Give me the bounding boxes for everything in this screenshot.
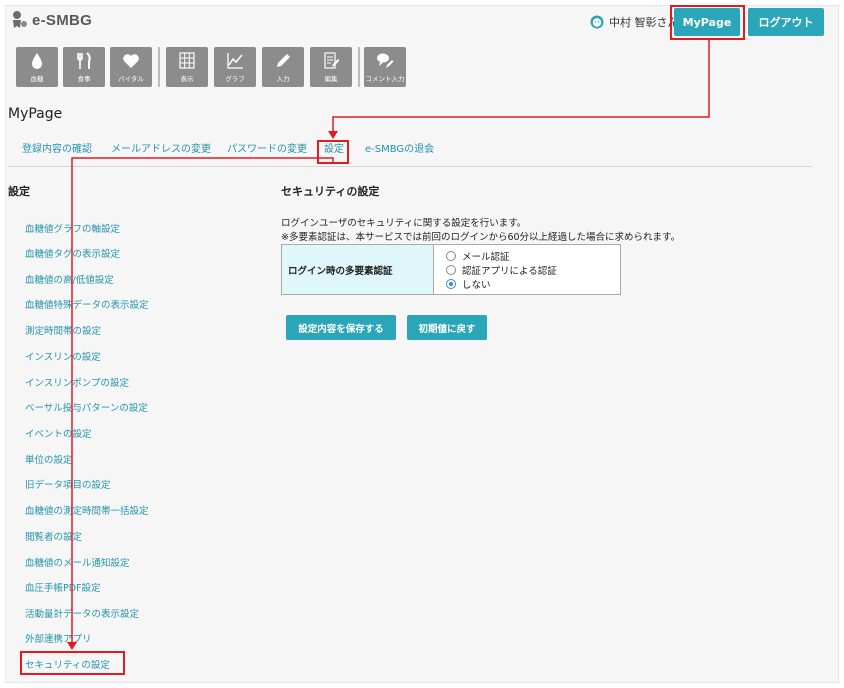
tab-email-change[interactable]: メールアドレスの変更 bbox=[111, 140, 211, 155]
sidebar-item-insulin[interactable]: インスリンの設定 bbox=[25, 349, 101, 363]
sidebar-item-tag-display[interactable]: 血糖値タグの表示設定 bbox=[25, 246, 120, 260]
toolbar-label: グラフ bbox=[225, 75, 245, 83]
sidebar-item-legacy-data[interactable]: 旧データ項目の設定 bbox=[25, 477, 111, 491]
sidebar-item-event[interactable]: イベントの設定 bbox=[25, 426, 92, 440]
tab-withdraw[interactable]: e-SMBGの退会 bbox=[365, 140, 434, 155]
toolbar-blood-glucose-button[interactable]: 血糖 bbox=[16, 47, 58, 87]
toolbar-display-button[interactable]: 表示 bbox=[166, 47, 208, 87]
page-title: MyPage bbox=[8, 106, 63, 122]
mfa-option-email[interactable]: メール認証 bbox=[446, 249, 620, 263]
sidebar-item-high-low[interactable]: 血糖値の高/低値設定 bbox=[25, 272, 114, 286]
toolbar-label: 入力 bbox=[276, 75, 290, 83]
sidebar-item-external-apps[interactable]: 外部連携アプリ bbox=[25, 631, 92, 645]
sidebar-item-basal-pattern[interactable]: ベーサル投与パターンの設定 bbox=[25, 400, 148, 414]
tab-registration-confirm[interactable]: 登録内容の確認 bbox=[22, 140, 92, 155]
toolbar-label: 血糖 bbox=[30, 75, 44, 83]
mfa-label: ログイン時の多要素認証 bbox=[282, 245, 434, 294]
sidebar-item-insulin-pump[interactable]: インスリンポンプの設定 bbox=[25, 375, 129, 389]
tab-password-change[interactable]: パスワードの変更 bbox=[227, 140, 307, 155]
mfa-option-label: 認証アプリによる認証 bbox=[462, 266, 557, 277]
toolbar-separator bbox=[158, 47, 160, 87]
user-avatar-icon bbox=[590, 15, 604, 29]
blood-drop-icon bbox=[32, 53, 42, 69]
toolbar-edit-button[interactable]: 編集 bbox=[310, 47, 352, 87]
mfa-option-authenticator[interactable]: 認証アプリによる認証 bbox=[446, 263, 620, 277]
security-item-highlight-box bbox=[20, 651, 125, 675]
sidebar-item-mail-notify[interactable]: 血糖値のメール通知設定 bbox=[25, 555, 130, 569]
sidebar-item-bp-pdf[interactable]: 血圧手帳PDF設定 bbox=[25, 580, 101, 594]
mfa-option-none[interactable]: しない bbox=[446, 277, 620, 291]
sidebar-item-activity-meter[interactable]: 活動量計データの表示設定 bbox=[25, 606, 139, 620]
logo-text: e-SMBG bbox=[32, 11, 93, 29]
sidebar-item-bulk-time-slots[interactable]: 血糖値の測定時間帯一括設定 bbox=[25, 503, 149, 517]
logout-button[interactable]: ログアウト bbox=[748, 8, 824, 36]
edit-document-icon bbox=[324, 52, 340, 69]
mypage-highlight-box bbox=[670, 5, 745, 40]
sidebar-item-viewers[interactable]: 閲覧者の設定 bbox=[25, 529, 82, 543]
grid-icon bbox=[179, 52, 195, 69]
toolbar-input-button[interactable]: 入力 bbox=[262, 47, 304, 87]
description-line-2: ※多要素認証は、本サービスでは前回のログインから60分以上経過した場合に求められ… bbox=[281, 232, 681, 243]
sidebar-title: 設定 bbox=[8, 185, 30, 198]
toolbar-comment-button[interactable]: コメント入力 bbox=[364, 47, 406, 87]
toolbar-graph-button[interactable]: グラフ bbox=[214, 47, 256, 87]
settings-tab-highlight-box bbox=[317, 140, 349, 164]
section-title: セキュリティの設定 bbox=[281, 185, 380, 198]
comment-input-icon bbox=[377, 53, 394, 68]
sidebar-item-units[interactable]: 単位の設定 bbox=[25, 452, 73, 466]
sidebar-item-time-slots[interactable]: 測定時間帯の設定 bbox=[25, 323, 101, 337]
user-name: 中村 智彰さん bbox=[609, 16, 679, 29]
meal-icon bbox=[77, 52, 91, 69]
user-info: 中村 智彰さん bbox=[590, 14, 679, 30]
sidebar-item-special-data[interactable]: 血糖値特殊データの表示設定 bbox=[25, 297, 149, 311]
toolbar-label: コメント入力 bbox=[365, 75, 405, 83]
radio-unchecked[interactable] bbox=[446, 251, 456, 261]
toolbar-label: 表示 bbox=[180, 75, 194, 83]
toolbar-label: 食事 bbox=[77, 75, 91, 83]
radio-checked[interactable] bbox=[446, 279, 456, 289]
toolbar-vital-button[interactable]: バイタル bbox=[110, 47, 152, 87]
mfa-option-label: しない bbox=[462, 280, 491, 291]
toolbar-label: バイタル bbox=[118, 75, 144, 83]
mfa-options: メール認証 認証アプリによる認証 しない bbox=[434, 245, 620, 294]
mfa-settings-table: ログイン時の多要素認証 メール認証 認証アプリによる認証 しない bbox=[281, 244, 621, 295]
heart-icon bbox=[123, 54, 139, 68]
pencil-icon bbox=[277, 54, 290, 67]
graph-icon bbox=[227, 53, 243, 69]
toolbar-separator bbox=[358, 47, 360, 87]
logo[interactable]: e-SMBG bbox=[10, 10, 92, 30]
toolbar-label: 編集 bbox=[324, 75, 338, 83]
tab-divider bbox=[8, 166, 812, 167]
save-settings-button[interactable]: 設定内容を保存する bbox=[286, 315, 396, 340]
mfa-option-label: メール認証 bbox=[462, 252, 510, 263]
sidebar-item-graph-axis[interactable]: 血糖値グラフの軸設定 bbox=[25, 221, 120, 235]
radio-unchecked[interactable] bbox=[446, 265, 456, 275]
description-line-1: ログインユーザのセキュリティに関する設定を行います。 bbox=[281, 218, 527, 229]
reset-defaults-button[interactable]: 初期値に戻す bbox=[407, 315, 487, 340]
logo-mark-icon bbox=[13, 11, 27, 28]
toolbar-meal-button[interactable]: 食事 bbox=[63, 47, 105, 87]
page-frame bbox=[5, 5, 839, 683]
